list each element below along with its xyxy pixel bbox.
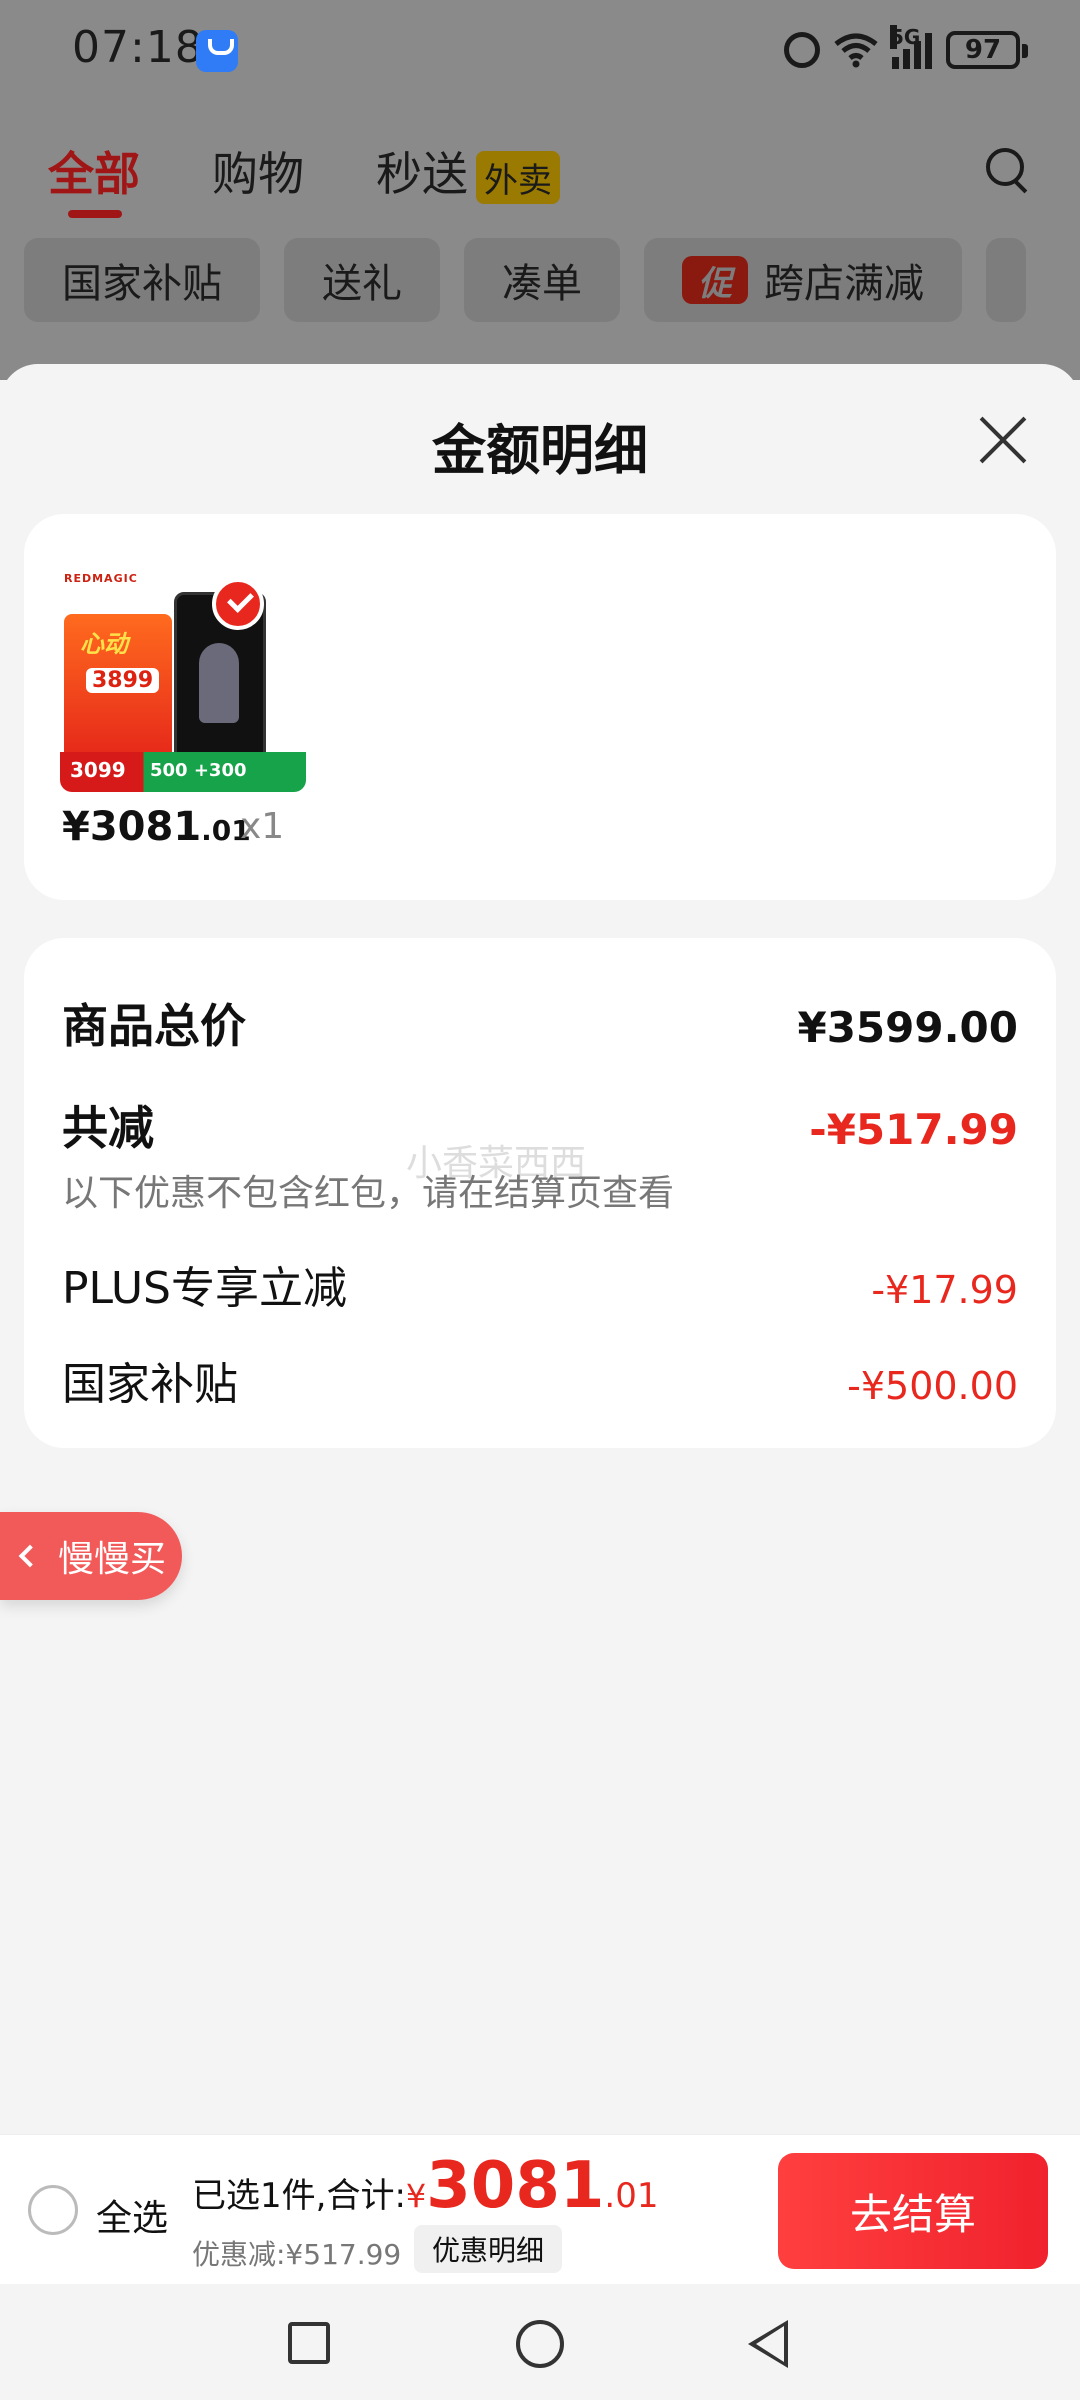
alarm-icon xyxy=(784,32,820,68)
tab-instant-delivery[interactable]: 秒送 外卖 xyxy=(376,138,560,204)
chip-add-on[interactable]: 凑单 xyxy=(464,238,620,322)
chip-national-subsidy[interactable]: 国家补贴 xyxy=(24,238,260,322)
top-tabs: 全部 购物 秒送 外卖 xyxy=(48,138,632,218)
total-label: 商品总价 xyxy=(62,999,246,1053)
chip-cross-store-label: 跨店满减 xyxy=(764,261,924,307)
tab-all[interactable]: 全部 xyxy=(48,138,140,218)
total-cents: .01 xyxy=(604,2176,659,2216)
plus-discount-label: PLUS专享立减 xyxy=(62,1263,347,1314)
wifi-icon xyxy=(834,33,878,68)
status-time: 07:18 xyxy=(72,22,204,73)
price-detail-card: 商品总价 ¥3599.00 共减 -¥517.99 小香菜西西 以下优惠不包含红… xyxy=(24,938,1056,1448)
chip-cross-store-discount[interactable]: 促 跨店满减 xyxy=(644,238,962,322)
app-notification-icon xyxy=(196,30,238,72)
strip-price: 3099 xyxy=(70,758,126,782)
search-icon[interactable] xyxy=(986,148,1030,192)
amount-detail-sheet: 金额明细 REDMAGIC 心动 3899 3099 500 +300 ¥308… xyxy=(0,364,1080,2134)
checkmark-icon xyxy=(212,578,264,630)
tab-instant-delivery-label: 秒送 xyxy=(376,147,468,201)
product-image[interactable]: REDMAGIC 心动 3899 3099 500 +300 xyxy=(60,562,306,792)
discount-detail-button[interactable]: 优惠明细 xyxy=(414,2225,563,2273)
network-type: 5G xyxy=(890,25,921,49)
total-value: ¥3599.00 xyxy=(797,1003,1018,1052)
sheet-title: 金额明细 xyxy=(432,419,648,482)
back-icon[interactable] xyxy=(748,2320,788,2368)
total-amount: 3081 xyxy=(426,2149,605,2223)
chip-gift[interactable]: 送礼 xyxy=(284,238,440,322)
product-brand: REDMAGIC xyxy=(64,572,138,585)
promo-text: 心动 xyxy=(80,630,128,658)
product-card: REDMAGIC 心动 3899 3099 500 +300 ¥3081.01 … xyxy=(24,514,1056,900)
slow-buy-label: 慢慢买 xyxy=(58,1539,167,1580)
status-icons: 5G 97 xyxy=(784,25,1028,72)
filter-chips: 国家补贴 送礼 凑单 促 跨店满减 xyxy=(24,238,1026,322)
chevron-left-icon xyxy=(18,1544,42,1568)
status-bar: 07:18 5G 97 xyxy=(0,0,1080,100)
discount-note: 以下优惠不包含红包，请在结算页查看 xyxy=(62,1173,675,1214)
home-icon[interactable] xyxy=(516,2320,564,2368)
battery-indicator: 97 xyxy=(946,31,1028,69)
checkout-bar: 全选 已选1件,合计:¥3081.01 优惠减:¥517.99 优惠明细 去结算 xyxy=(0,2134,1080,2284)
checkout-button[interactable]: 去结算 xyxy=(778,2153,1048,2269)
takeout-tag: 外卖 xyxy=(476,151,560,204)
checkout-summary: 已选1件,合计:¥3081.01 xyxy=(192,2149,658,2223)
discount-label: 共减 xyxy=(62,1101,154,1155)
plus-discount-row: PLUS专享立减 -¥17.99 xyxy=(62,1252,1018,1316)
product-price: ¥3081.01 xyxy=(62,804,251,850)
summary-prefix: 已选1件,合计: xyxy=(192,2176,406,2216)
discount-value: -¥517.99 xyxy=(809,1105,1018,1154)
total-currency: ¥ xyxy=(405,2177,427,2215)
strip-subsidy: 500 +300 xyxy=(150,760,247,781)
chip-more[interactable] xyxy=(986,238,1026,322)
plus-discount-value: -¥17.99 xyxy=(871,1268,1018,1312)
select-all-label[interactable]: 全选 xyxy=(96,2189,168,2241)
tab-shopping[interactable]: 购物 xyxy=(212,138,304,204)
national-subsidy-label: 国家补贴 xyxy=(62,1359,238,1410)
promo-badge: 促 xyxy=(682,256,748,304)
slow-buy-button[interactable]: 慢慢买 xyxy=(0,1512,182,1600)
national-subsidy-value: -¥500.00 xyxy=(847,1364,1018,1408)
recent-apps-icon[interactable] xyxy=(288,2322,330,2364)
select-all-radio[interactable] xyxy=(28,2185,78,2235)
discount-summary: 优惠减:¥517.99 xyxy=(192,2238,402,2271)
cellular-signal-icon: 5G xyxy=(890,25,932,69)
system-nav-bar xyxy=(0,2284,1080,2400)
product-price-main: ¥3081 xyxy=(62,804,202,850)
total-row: 商品总价 ¥3599.00 xyxy=(62,990,1018,1056)
poster-price: 3899 xyxy=(86,668,160,693)
product-quantity: x1 xyxy=(240,806,285,847)
close-icon[interactable] xyxy=(976,414,1028,466)
national-subsidy-row: 国家补贴 -¥500.00 xyxy=(62,1348,1018,1412)
